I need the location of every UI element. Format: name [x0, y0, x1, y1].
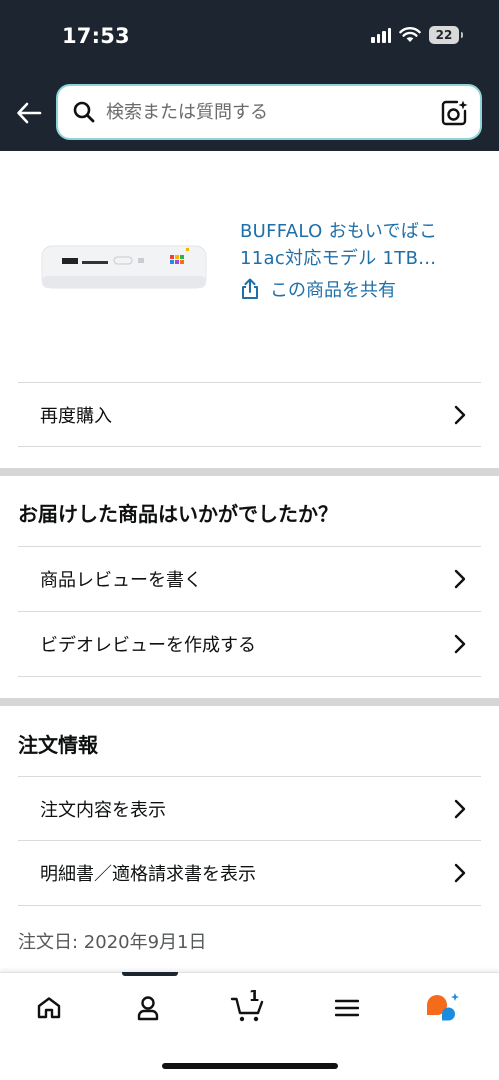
- view-order-details-label: 注文内容を表示: [40, 800, 166, 821]
- product-title-line-2: 11ac対応モデル 1TB...: [240, 248, 437, 269]
- back-button[interactable]: [12, 96, 46, 130]
- back-arrow-icon: [17, 102, 42, 124]
- view-invoice-button[interactable]: 明細書／適格請求書を表示: [18, 841, 481, 905]
- divider: [18, 676, 481, 677]
- create-video-review-label: ビデオレビューを作成する: [40, 635, 256, 656]
- chevron-right-icon: [454, 799, 466, 819]
- order-info-section-title: 注文情報: [18, 733, 98, 757]
- view-order-details-button[interactable]: 注文内容を表示: [18, 777, 481, 841]
- battery-level: 22: [435, 28, 453, 42]
- battery-icon: 22: [429, 26, 463, 44]
- app-header: 17:53 22: [0, 0, 499, 151]
- product-title-line-1: BUFFALO おもいでばこ: [240, 221, 438, 242]
- cellular-signal-icon: [371, 27, 391, 43]
- share-label: この商品を共有: [270, 280, 396, 301]
- cart-icon: [230, 997, 264, 1022]
- share-product-link[interactable]: この商品を共有: [240, 276, 396, 302]
- rebuy-label: 再度購入: [40, 406, 112, 427]
- view-invoice-label: 明細書／適格請求書を表示: [40, 864, 256, 885]
- nav-account-button[interactable]: [128, 990, 168, 1026]
- nav-menu-button[interactable]: [327, 990, 367, 1026]
- divider: [18, 905, 481, 906]
- account-icon: [137, 996, 159, 1021]
- chevron-right-icon: [454, 405, 466, 425]
- create-video-review-button[interactable]: ビデオレビューを作成する: [18, 612, 481, 676]
- feedback-section-title: お届けした商品はいかがでしたか？: [18, 502, 338, 526]
- section-separator: [0, 468, 499, 476]
- write-review-label: 商品レビューを書く: [40, 570, 202, 591]
- chevron-right-icon: [454, 569, 466, 589]
- product-title[interactable]: BUFFALO おもいでばこ 11ac対応モデル 1TB...: [240, 218, 480, 272]
- status-icons: 22: [371, 26, 463, 44]
- order-date: 注文日: 2020年9月1日: [18, 932, 207, 953]
- status-time: 17:53: [62, 24, 130, 48]
- home-indicator: [162, 1063, 338, 1069]
- nav-home-button[interactable]: [29, 990, 69, 1026]
- write-review-button[interactable]: 商品レビューを書く: [18, 547, 481, 611]
- product-image[interactable]: [40, 240, 208, 296]
- camera-search-icon[interactable]: [440, 99, 468, 127]
- menu-icon: [335, 999, 359, 1017]
- chevron-right-icon: [454, 863, 466, 883]
- search-icon: [72, 100, 96, 124]
- active-tab-indicator: [122, 972, 178, 976]
- home-icon: [37, 997, 61, 1019]
- search-input[interactable]: [106, 101, 416, 123]
- search-bar[interactable]: [56, 84, 482, 140]
- chevron-right-icon: [454, 634, 466, 654]
- share-icon: [242, 278, 258, 299]
- wifi-icon: [399, 27, 421, 42]
- divider: [18, 446, 481, 447]
- rebuy-button[interactable]: 再度購入: [18, 383, 481, 447]
- cart-count-badge: 1: [249, 987, 260, 1005]
- rufus-assistant-icon: [427, 993, 459, 1021]
- nav-cart-button[interactable]: [228, 990, 268, 1026]
- nav-assistant-button[interactable]: [424, 990, 464, 1026]
- section-separator: [0, 698, 499, 706]
